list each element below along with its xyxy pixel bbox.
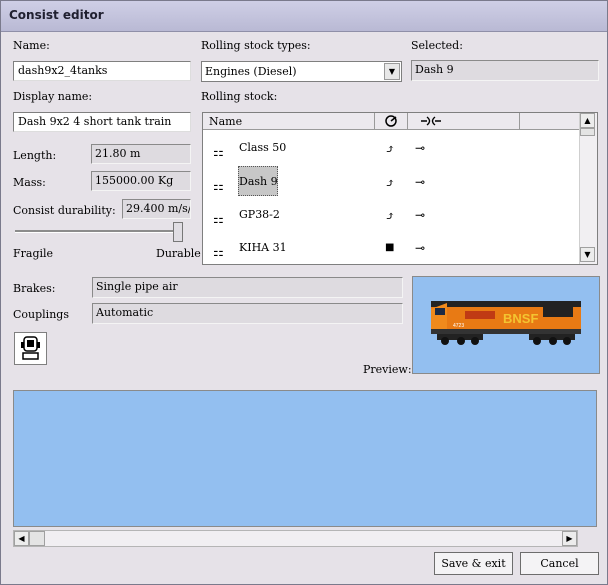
list-item-name: GP38-2	[239, 208, 280, 221]
reverse-icon	[385, 115, 397, 127]
scroll-left-icon[interactable]: ◀	[14, 531, 29, 546]
coupler-icon: ⊸	[415, 141, 426, 155]
name-field[interactable]: dash9x2_4tanks	[13, 61, 191, 81]
selected-label: Selected:	[411, 39, 463, 52]
display-name-field[interactable]: Dash 9x2 4 short tank train	[13, 112, 191, 132]
list-item[interactable]: ⚏ GP38-2 ⤴ ⊸	[203, 200, 581, 233]
mass-label: Mass:	[13, 176, 46, 189]
chevron-down-icon[interactable]: ▼	[384, 63, 400, 80]
title-bar[interactable]: Consist editor	[1, 1, 607, 32]
durability-slider-thumb[interactable]	[173, 222, 183, 242]
column-header-extra[interactable]	[520, 113, 580, 130]
list-item-name: Class 50	[239, 141, 287, 154]
list-vertical-scrollbar[interactable]: ▲ ▼	[579, 113, 597, 264]
coupler-icon: ⊸	[415, 208, 426, 222]
list-item-name: Dash 9	[239, 175, 278, 188]
scroll-right-icon[interactable]: ▶	[562, 531, 577, 546]
loco-logo-text: BNSF	[503, 311, 538, 326]
couplings-label: Couplings	[13, 308, 69, 321]
coupler-icon: ⊸	[415, 175, 426, 189]
list-item[interactable]: ⚏ Class 50 ⤴ ⊸	[203, 133, 581, 166]
couplings-field: Automatic	[92, 303, 403, 324]
loco-icon: ⚏	[213, 179, 224, 193]
pantograph-icon: ⤴	[385, 209, 396, 223]
pantograph-icon: ⤴	[385, 142, 396, 156]
diesel-block-icon: ■	[385, 242, 395, 253]
rolling-stock-types-select[interactable]: Engines (Diesel) ▼	[201, 61, 402, 82]
display-name-label: Display name:	[13, 90, 93, 103]
brakes-label: Brakes:	[13, 282, 56, 295]
pantograph-icon: ⤴	[385, 176, 396, 190]
scroll-up-icon[interactable]: ▲	[580, 113, 595, 128]
brakes-field: Single pipe air	[92, 277, 403, 298]
loco-icon: ⚏	[213, 145, 224, 159]
durability-field: 29.400 m/s/s	[122, 199, 191, 219]
consist-editor-window: Consist editor Name: dash9x2_4tanks Disp…	[0, 0, 608, 585]
coupling-icon	[421, 116, 441, 126]
fragile-label: Fragile	[13, 247, 54, 260]
window-title: Consist editor	[9, 8, 104, 22]
locomotive-preview: BNSF 4723	[412, 276, 600, 374]
rolling-stock-types-value: Engines (Diesel)	[205, 65, 297, 78]
name-label: Name:	[13, 39, 50, 52]
horizontal-scrollbar[interactable]: ◀ ▶	[13, 530, 578, 547]
coupler-head-icon[interactable]	[14, 332, 47, 365]
rolling-stock-types-label: Rolling stock types:	[201, 39, 311, 52]
column-header-coupling[interactable]	[408, 113, 520, 130]
loco-icon: ⚏	[213, 245, 224, 259]
length-label: Length:	[13, 149, 57, 162]
rolling-stock-label: Rolling stock:	[201, 90, 278, 103]
list-item-name: KIHA 31	[239, 241, 287, 254]
save-exit-button[interactable]: Save & exit	[434, 552, 513, 575]
durability-label: Consist durability:	[13, 204, 116, 217]
mass-field: 155000.00 Kg	[91, 171, 191, 191]
durability-slider-track[interactable]	[15, 230, 183, 233]
column-header-type[interactable]	[375, 113, 408, 130]
loco-number-text: 4723	[453, 323, 464, 329]
list-item[interactable]: ⚏ KIHA 31 ■ ⊸	[203, 233, 581, 264]
column-header-name[interactable]: Name	[203, 113, 375, 130]
scroll-down-icon[interactable]: ▼	[580, 247, 595, 262]
scroll-thumb[interactable]	[580, 128, 595, 136]
cancel-button[interactable]: Cancel	[520, 552, 599, 575]
preview-label: Preview:	[363, 363, 412, 376]
horizontal-scroll-thumb[interactable]	[29, 531, 45, 546]
loco-icon: ⚏	[213, 212, 224, 226]
list-item-selected[interactable]: ⚏ Dash 9 ⤴ ⊸	[203, 166, 581, 200]
rolling-stock-list[interactable]: Name ⚏ Class 50 ⤴ ⊸ ⚏ Dash 9 ⤴ ⊸ ⚏ GP38-…	[202, 112, 598, 265]
length-field: 21.80 m	[91, 144, 191, 164]
durable-label: Durable	[156, 247, 201, 260]
coupler-icon: ⊸	[415, 241, 426, 255]
selected-field: Dash 9	[411, 60, 599, 81]
locomotive-image: BNSF 4723	[431, 301, 581, 345]
consist-view-area[interactable]	[13, 390, 597, 527]
